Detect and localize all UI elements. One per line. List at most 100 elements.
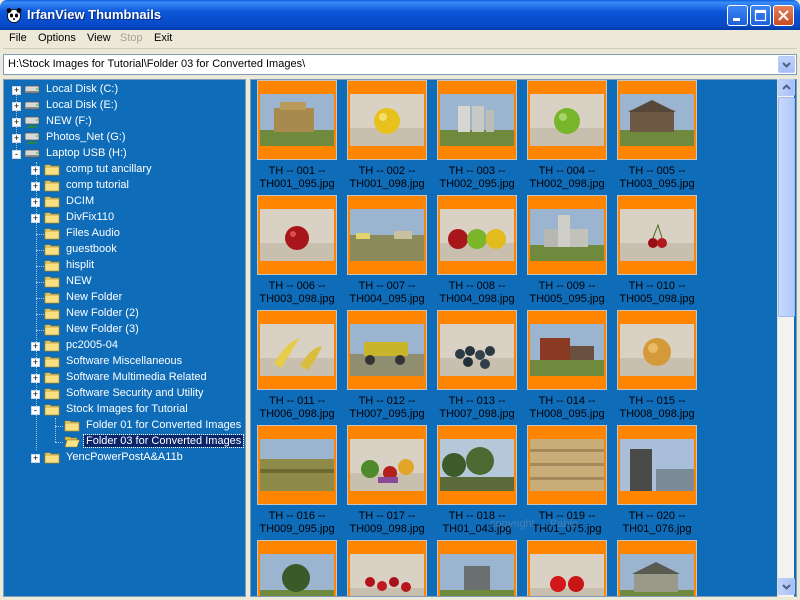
expand-icon[interactable]: +: [31, 454, 40, 463]
thumbnail-item[interactable]: [347, 425, 427, 505]
thumbnail-item[interactable]: [257, 425, 337, 505]
expand-icon[interactable]: +: [31, 198, 40, 207]
path-combo[interactable]: H:\Stock Images for Tutorial\Folder 03 f…: [3, 54, 797, 75]
thumbnail-item[interactable]: [527, 425, 607, 505]
tree-item[interactable]: + Local Disk (E:): [4, 98, 245, 114]
thumbnail-item[interactable]: [347, 195, 427, 275]
thumbnail-image: [620, 324, 694, 376]
tree-item[interactable]: + comp tutorial: [4, 178, 245, 194]
thumbnail-title: TH -- 017 --: [358, 510, 416, 522]
menu-file[interactable]: File: [9, 32, 27, 44]
close-button[interactable]: [773, 5, 794, 26]
tree-item[interactable]: New Folder: [4, 290, 245, 306]
thumbnail-item[interactable]: [527, 80, 607, 160]
menu-stop[interactable]: Stop: [120, 32, 143, 44]
thumbnail-caption: TH -- 009 -- TH005_095.jpg: [517, 280, 617, 306]
tree-item[interactable]: + YencPowerPostA&A11b: [4, 450, 245, 466]
thumbnail-item[interactable]: [617, 80, 697, 160]
thumbnail-item[interactable]: [437, 425, 517, 505]
thumbnail-item[interactable]: [437, 540, 517, 596]
expand-icon[interactable]: +: [31, 214, 40, 223]
thumbnail-item[interactable]: [437, 310, 517, 390]
expand-icon[interactable]: +: [12, 118, 21, 127]
tree-item[interactable]: hisplit: [4, 258, 245, 274]
expand-icon[interactable]: +: [31, 390, 40, 399]
thumbnail-item[interactable]: [347, 310, 427, 390]
collapse-icon[interactable]: -: [31, 406, 40, 415]
folder-tree[interactable]: + Local Disk (C:) + Local Disk (E:) + NEW (F:…: [3, 79, 246, 597]
thumbnail-item[interactable]: [257, 195, 337, 275]
tree-item[interactable]: + Software Miscellaneous: [4, 354, 245, 370]
menu-options[interactable]: Options: [38, 32, 76, 44]
scroll-down-button[interactable]: [778, 578, 795, 595]
collapse-icon[interactable]: -: [12, 150, 21, 159]
thumbnail-item[interactable]: [437, 80, 517, 160]
tree-item[interactable]: + NEW (F:): [4, 114, 245, 130]
thumbnail-filename: TH007_095.jpg: [349, 408, 425, 420]
thumbnail-image: [260, 324, 334, 376]
thumbnail-item[interactable]: [617, 310, 697, 390]
tree-item[interactable]: + Software Security and Utility: [4, 386, 245, 402]
tree-item[interactable]: Folder 01 for Converted Images: [4, 418, 245, 434]
thumbnail-item[interactable]: [437, 195, 517, 275]
tree-item[interactable]: + DivFix110: [4, 210, 245, 226]
tree-item[interactable]: New Folder (2): [4, 306, 245, 322]
menu-view[interactable]: View: [87, 32, 111, 44]
folder-icon: [44, 386, 60, 400]
thumbnail-title: TH -- 002 --: [358, 165, 416, 177]
expand-icon[interactable]: +: [31, 342, 40, 351]
folder-icon: [44, 370, 60, 384]
thumbnail-image: [260, 439, 334, 491]
tree-item[interactable]: Folder 03 for Converted Images: [4, 434, 245, 450]
tree-item[interactable]: NEW: [4, 274, 245, 290]
vertical-scrollbar[interactable]: [777, 79, 795, 597]
path-dropdown-button[interactable]: [778, 56, 795, 73]
minimize-button[interactable]: [727, 5, 748, 26]
expand-icon[interactable]: +: [31, 182, 40, 191]
thumbnail-item[interactable]: [257, 310, 337, 390]
thumbnail-item[interactable]: [257, 540, 337, 596]
tree-item[interactable]: + Photos_Net (G:): [4, 130, 245, 146]
tree-item[interactable]: + Local Disk (C:): [4, 82, 245, 98]
tree-item[interactable]: + comp tut ancillary: [4, 162, 245, 178]
scroll-up-button[interactable]: [778, 79, 795, 96]
thumbnail-title: TH -- 004 --: [538, 165, 596, 177]
thumbnail-filename: TH005_095.jpg: [529, 293, 605, 305]
expand-icon[interactable]: +: [12, 134, 21, 143]
thumbnail-item[interactable]: [527, 310, 607, 390]
tree-item[interactable]: + Software Multimedia Related: [4, 370, 245, 386]
expand-icon[interactable]: +: [31, 166, 40, 175]
scroll-thumb[interactable]: [778, 97, 795, 317]
thumbnail-filename: TH008_095.jpg: [529, 408, 605, 420]
expand-icon[interactable]: +: [12, 102, 21, 111]
thumbnail-item[interactable]: [617, 195, 697, 275]
thumbnail-item[interactable]: [347, 540, 427, 596]
tree-item[interactable]: guestbook: [4, 242, 245, 258]
menu-exit[interactable]: Exit: [154, 32, 172, 44]
tree-item[interactable]: New Folder (3): [4, 322, 245, 338]
thumbnail-caption: TH -- 016 -- TH009_095.jpg: [251, 510, 347, 536]
tree-connector-line: [36, 314, 44, 315]
title-bar[interactable]: IrfanView Thumbnails: [0, 0, 800, 30]
thumbnail-item[interactable]: [527, 540, 607, 596]
thumbnail-item[interactable]: [257, 80, 337, 160]
tree-item[interactable]: - Stock Images for Tutorial: [4, 402, 245, 418]
thumbnail-item[interactable]: [347, 80, 427, 160]
tree-item[interactable]: - Laptop USB (H:): [4, 146, 245, 162]
folder-icon: [44, 178, 60, 192]
thumbnail-filename: TH003_095.jpg: [619, 178, 695, 190]
expand-icon[interactable]: +: [31, 374, 40, 383]
tree-item[interactable]: Files Audio: [4, 226, 245, 242]
arrow-up-icon: [782, 84, 791, 90]
maximize-button[interactable]: [750, 5, 771, 26]
thumbnail-item[interactable]: [617, 540, 697, 596]
tree-item[interactable]: + pc2005-04: [4, 338, 245, 354]
expand-icon[interactable]: +: [12, 86, 21, 95]
tree-item[interactable]: + DCIM: [4, 194, 245, 210]
thumbnail-item[interactable]: [527, 195, 607, 275]
expand-icon[interactable]: +: [31, 358, 40, 367]
thumbnail-item[interactable]: [617, 425, 697, 505]
thumbnail-caption: TH -- 003 -- TH002_095.jpg: [427, 165, 527, 191]
thumbnail-image: [260, 94, 334, 146]
thumbnail-filename: TH006_098.jpg: [259, 408, 335, 420]
